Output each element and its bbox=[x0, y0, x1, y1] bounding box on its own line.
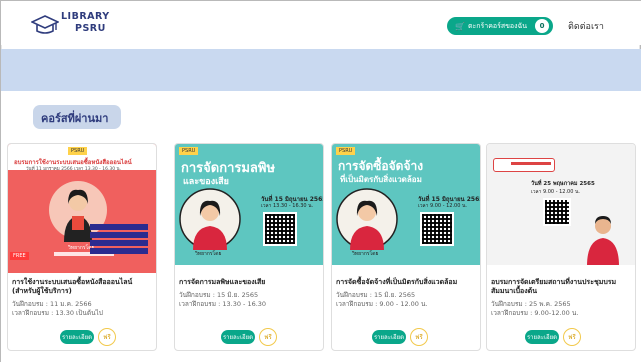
sponsor-strip bbox=[332, 265, 480, 273]
top-navbar: LIBRARY PSRU 🛒 ตะกร้าคอร์สของฉัน 0 ติดต่… bbox=[1, 1, 641, 45]
poster-subtitle: วันที่ 11 มกราคม 2566 เวลา 13.30 - 16.30… bbox=[26, 167, 122, 172]
course-poster: PSRU การจัดซื้อจัดจ้าง ที่เป็นมิตรกับสิ่… bbox=[332, 144, 480, 273]
cart-icon: 🛒 bbox=[455, 21, 465, 31]
free-badge: ฟรี bbox=[98, 328, 116, 346]
my-cart-button[interactable]: 🛒 ตะกร้าคอร์สของฉัน 0 bbox=[447, 17, 553, 35]
poster-logo: PSRU bbox=[336, 147, 356, 155]
free-badge: ฟรี bbox=[410, 328, 428, 346]
section-title-badge: คอร์สที่ผ่านมา bbox=[33, 105, 121, 129]
poster-logo: PSRU bbox=[179, 147, 199, 155]
hero-banner bbox=[1, 49, 641, 91]
cart-label: ตะกร้าคอร์สของฉัน bbox=[467, 21, 528, 30]
course-title[interactable]: อบรมการจัดเตรียมสถานที่งานประชุมบรม สัมม… bbox=[491, 278, 633, 296]
free-ribbon: FREE bbox=[10, 252, 29, 260]
course-card[interactable]: PSRU การจัดซื้อจัดจ้าง ที่เป็นมิตรกับสิ่… bbox=[331, 143, 481, 351]
sponsor-strip bbox=[175, 265, 323, 273]
details-button[interactable]: รายละเอียด bbox=[221, 330, 255, 344]
course-card[interactable]: PSRU การจัดการมลพิษ และของเสีย วันที่ 15… bbox=[174, 143, 324, 351]
course-poster: วันที่ 25 พฤษภาคม 2565 เวลา 9.00 - 12.00… bbox=[487, 144, 635, 273]
details-button[interactable]: รายละเอียด bbox=[525, 330, 559, 344]
qr-code bbox=[543, 198, 571, 226]
course-title[interactable]: การใช้งานระบบเสนอซื้อหนังสือออนไลน์ (สำห… bbox=[12, 278, 154, 296]
course-date: วันฝึกอบรม : 15 มิ.ย. 2565 bbox=[179, 291, 259, 299]
course-title[interactable]: การจัดการมลพิษและของเสีย bbox=[179, 278, 321, 287]
poster-time: เวลา 13.30 - 16.30 น. bbox=[261, 203, 314, 209]
library-logo[interactable]: LIBRARY PSRU bbox=[31, 10, 121, 40]
sponsor-strip bbox=[487, 265, 635, 273]
course-poster: PSRU อบรมการใช้งานระบบเสนอซื้อหนังสือออน… bbox=[8, 144, 156, 273]
poster-time: เวลา 9.00 - 12.00 น. bbox=[531, 189, 581, 195]
course-time: เวลาฝึกอบรม : 9.00-12.00 น. bbox=[491, 309, 579, 317]
speaker-label: วิทยากรโดย bbox=[352, 251, 379, 257]
speaker-photo bbox=[179, 188, 241, 250]
poster-date: วันที่ 25 พฤษภาคม 2565 bbox=[531, 181, 595, 187]
course-card[interactable]: PSRU อบรมการใช้งานระบบเสนอซื้อหนังสือออน… bbox=[7, 143, 157, 351]
qr-code bbox=[420, 212, 454, 246]
free-badge: ฟรี bbox=[259, 328, 277, 346]
course-time: เวลาฝึกอบรม : 9.00 - 12.00 น. bbox=[336, 300, 428, 308]
logo-line1: LIBRARY bbox=[61, 11, 110, 22]
details-button[interactable]: รายละเอียด bbox=[60, 330, 94, 344]
course-title[interactable]: การจัดซื้อจัดจ้างที่เป็นมิตรกับสิ่งแวดล้… bbox=[336, 278, 478, 287]
past-courses-section: คอร์สที่ผ่านมา PSRU อบรมการใช้งานระบบเสน… bbox=[1, 91, 641, 363]
poster-logo: PSRU bbox=[68, 147, 88, 155]
app-window: LIBRARY PSRU 🛒 ตะกร้าคอร์สของฉัน 0 ติดต่… bbox=[0, 0, 641, 363]
poster-heading-2: และของเสีย bbox=[183, 177, 229, 187]
speaker-photo bbox=[336, 188, 398, 250]
qr-code bbox=[263, 212, 297, 246]
course-time: เวลาฝึกอบรม : 13.30 เป็นต้นไป bbox=[12, 309, 103, 317]
details-button[interactable]: รายละเอียด bbox=[372, 330, 406, 344]
course-date: วันฝึกอบรม : 11 ม.ค. 2566 bbox=[12, 300, 92, 308]
poster-heading-2: ที่เป็นมิตรกับสิ่งแวดล้อม bbox=[340, 175, 422, 184]
speaker-photo bbox=[587, 216, 619, 266]
logo-line2: PSRU bbox=[75, 23, 106, 34]
contact-link[interactable]: ติดต่อเรา bbox=[568, 19, 604, 33]
graduation-cap-icon bbox=[31, 15, 59, 34]
speaker-label: วิทยากรโดย bbox=[195, 251, 222, 257]
course-date: วันฝึกอบรม : 15 มิ.ย. 2565 bbox=[336, 291, 416, 299]
cart-count-badge: 0 bbox=[535, 19, 549, 33]
course-card[interactable]: วันที่ 25 พฤษภาคม 2565 เวลา 9.00 - 12.00… bbox=[486, 143, 636, 351]
free-badge: ฟรี bbox=[563, 328, 581, 346]
poster-time: เวลา 9.00 - 12.00 น. bbox=[418, 203, 468, 209]
course-poster: PSRU การจัดการมลพิษ และของเสีย วันที่ 15… bbox=[175, 144, 323, 273]
course-time: เวลาฝึกอบรม : 13.30 - 16.30 bbox=[179, 300, 267, 308]
section-title: คอร์สที่ผ่านมา bbox=[41, 112, 109, 125]
course-date: วันฝึกอบรม : 25 พ.ค. 2565 bbox=[491, 300, 571, 308]
